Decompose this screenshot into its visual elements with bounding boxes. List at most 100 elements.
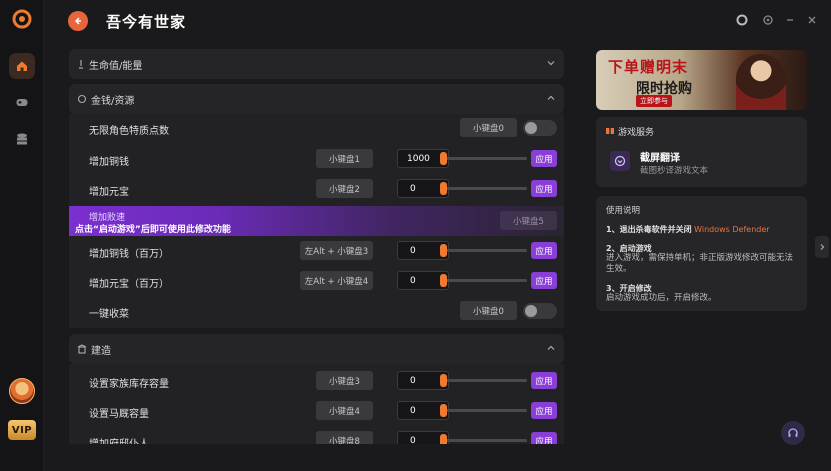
customer-support-button[interactable] xyxy=(781,421,805,445)
value-slider[interactable] xyxy=(440,409,527,412)
cheat-toggle[interactable] xyxy=(523,120,557,136)
close-button[interactable] xyxy=(805,13,819,27)
slider-handle[interactable] xyxy=(440,182,447,195)
hotkey-badge[interactable]: 小键盘8 xyxy=(316,431,373,444)
cheat-row: 增加铜钱（百万） 左Alt + 小键盘3 0 应用 xyxy=(69,237,564,267)
value-slider[interactable] xyxy=(440,439,527,442)
locked-hint-text: 点击“启动游戏”后即可使用此修改功能 xyxy=(75,225,231,235)
value-slider[interactable] xyxy=(440,379,527,382)
usage-guide: 使用说明 1、退出杀毒软件并关闭 Windows Defender 2、启动游戏… xyxy=(596,196,807,311)
service-name[interactable]: 截屏翻译 xyxy=(640,149,680,164)
vip-badge[interactable]: VIP xyxy=(8,420,36,440)
guide-step-3-desc: 启动游戏成功后，开启修改。 xyxy=(606,293,717,303)
gamepad-icon xyxy=(16,99,28,106)
hotkey-badge[interactable]: 小键盘0 xyxy=(460,118,517,137)
section-money-header[interactable]: 金钱/资源 xyxy=(69,84,564,114)
slider-handle[interactable] xyxy=(440,374,447,387)
hotkey-badge[interactable]: 小键盘3 xyxy=(316,371,373,390)
hotkey-badge[interactable]: 小键盘1 xyxy=(316,149,373,168)
back-arrow-icon xyxy=(74,17,81,25)
gift-icon xyxy=(606,128,614,134)
cheat-label: 增加铜钱 xyxy=(89,157,129,168)
cheat-label: 增加元宝（百万） xyxy=(89,279,169,290)
locked-feature-banner[interactable]: 增加败速 点击“启动游戏”后即可使用此修改功能 xyxy=(69,206,564,236)
home-icon xyxy=(17,61,27,71)
cheat-toggle[interactable] xyxy=(523,303,557,319)
guide-step-text: 启动游戏 xyxy=(619,244,652,253)
cheat-label: 增加府邸仆人 xyxy=(89,435,149,444)
expand-panel-button[interactable] xyxy=(815,236,829,258)
screenshot-translate-button[interactable] xyxy=(610,151,630,171)
slider-handle[interactable] xyxy=(440,434,447,444)
guide-step-num: 1、 xyxy=(606,225,620,234)
guide-step-num: 3、 xyxy=(606,284,620,293)
apply-button[interactable]: 应用 xyxy=(531,150,557,167)
pin-icon xyxy=(79,60,83,69)
section-vitality-header[interactable]: 生命值/能量 xyxy=(69,49,564,79)
cheat-row: 一键收菜 小键盘0 xyxy=(69,297,564,327)
avatar[interactable] xyxy=(9,378,35,404)
cheat-row: 增加铜钱 小键盘1 1000 应用 xyxy=(69,145,564,175)
money-icon xyxy=(77,94,87,104)
section-money-title: 金钱/资源 xyxy=(91,95,135,107)
cheat-label: 一键收菜 xyxy=(89,309,129,320)
apply-button[interactable]: 应用 xyxy=(531,180,557,197)
apply-button[interactable]: 应用 xyxy=(531,432,557,444)
sidebar-home-button[interactable] xyxy=(9,53,35,79)
windows-defender-link: Windows Defender xyxy=(694,225,770,234)
value-slider[interactable] xyxy=(440,279,527,282)
chevron-down-icon xyxy=(547,61,555,66)
slider-handle[interactable] xyxy=(440,274,447,287)
slider-handle[interactable] xyxy=(440,244,447,257)
service-desc: 截图秒译游戏文本 xyxy=(640,166,709,176)
slider-handle[interactable] xyxy=(440,404,447,417)
user-button[interactable] xyxy=(735,13,749,27)
cheat-label: 无限角色特质点数 xyxy=(89,126,169,137)
section-build-title: 建造 xyxy=(91,345,111,357)
logo-icon xyxy=(12,9,32,29)
section-build-body: 设置家族库存容量 小键盘3 0 应用 设置马厩容量 小键盘4 0 应用 增加府邸… xyxy=(69,364,564,444)
hotkey-badge[interactable]: 小键盘0 xyxy=(460,301,517,320)
cheat-label: 增加元宝 xyxy=(89,187,129,198)
slider-handle[interactable] xyxy=(440,152,447,165)
apply-button[interactable]: 应用 xyxy=(531,402,557,419)
database-icon xyxy=(17,133,27,145)
guide-step-2-desc: 进入游戏，需保持单机；非正版游戏修改可能无法生效。 xyxy=(606,253,794,274)
hotkey-badge[interactable]: 左Alt + 小键盘3 xyxy=(300,241,373,260)
section-build-header[interactable]: 建造 xyxy=(69,334,564,364)
screenshot-translate-icon xyxy=(614,155,626,167)
hotkey-badge[interactable]: 小键盘4 xyxy=(316,401,373,420)
cheat-row: 设置马厩容量 小键盘4 0 应用 xyxy=(69,397,564,427)
minimize-button[interactable] xyxy=(783,13,797,27)
apply-button[interactable]: 应用 xyxy=(531,242,557,259)
promo-tag: 立即参与 xyxy=(636,95,672,107)
top-bar: 吾今有世家 xyxy=(44,0,831,42)
value-slider[interactable] xyxy=(440,249,527,252)
cheat-label: 增加铜钱（百万） xyxy=(89,249,169,260)
guide-step-1: 1、退出杀毒软件并关闭 Windows Defender xyxy=(606,224,770,235)
chevron-up-icon xyxy=(547,95,555,100)
promo-banner[interactable]: 下单赠明末 限时抢购 立即参与 xyxy=(596,50,807,110)
refresh-icon xyxy=(763,15,773,25)
back-button[interactable] xyxy=(68,11,88,31)
chevron-right-icon xyxy=(820,244,825,250)
sidebar-games-button[interactable] xyxy=(9,89,35,115)
building-icon xyxy=(77,344,87,354)
app-sidebar: VIP xyxy=(0,0,44,471)
apply-button[interactable]: 应用 xyxy=(531,272,557,289)
cheat-row: 增加元宝（百万） 左Alt + 小键盘4 0 应用 xyxy=(69,267,564,297)
close-icon xyxy=(808,16,816,24)
cheat-row: 增加府邸仆人 小键盘8 0 应用 xyxy=(69,427,564,444)
guide-title: 使用说明 xyxy=(606,206,641,216)
guide-step-text: 退出杀毒软件并关闭 xyxy=(619,225,692,234)
apply-button[interactable]: 应用 xyxy=(531,372,557,389)
cheat-row: 增加元宝 小键盘2 0 应用 xyxy=(69,175,564,205)
value-slider[interactable] xyxy=(440,187,527,190)
refresh-button[interactable] xyxy=(761,13,775,27)
value-slider[interactable] xyxy=(440,157,527,160)
cheat-row: 无限角色特质点数 小键盘0 xyxy=(69,114,564,144)
hotkey-badge[interactable]: 左Alt + 小键盘4 xyxy=(300,271,373,290)
sidebar-storage-button[interactable] xyxy=(9,126,35,152)
user-icon xyxy=(736,14,748,26)
hotkey-badge[interactable]: 小键盘2 xyxy=(316,179,373,198)
